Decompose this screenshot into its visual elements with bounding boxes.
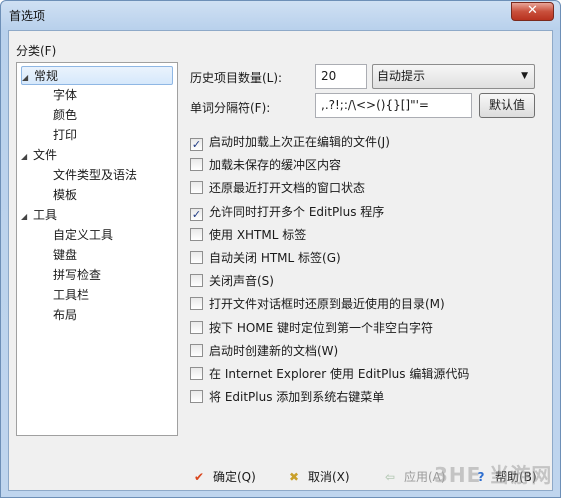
- tree-item-label: 颜色: [53, 108, 78, 122]
- unchecked-checkbox-icon[interactable]: [190, 251, 203, 264]
- checked-checkbox-icon[interactable]: ✓: [190, 207, 203, 221]
- option-checkbox-row[interactable]: 在 Internet Explorer 使用 EditPlus 编辑源代码: [190, 365, 469, 383]
- tree-item-label: 打印: [53, 128, 78, 142]
- unchecked-checkbox-icon[interactable]: [190, 367, 203, 380]
- option-label: 自动关闭 HTML 标签(G): [209, 251, 341, 265]
- option-label: 按下 HOME 键时定位到第一个非空白字符: [209, 320, 434, 335]
- option-checkbox-row[interactable]: 关闭声音(S): [190, 272, 274, 290]
- expand-arrow-icon[interactable]: ◢: [21, 207, 33, 226]
- history-mode-value: 自动提示: [377, 69, 426, 83]
- tree-item-label: 自定义工具: [53, 228, 114, 242]
- history-count-label: 历史项目数量(L):: [190, 71, 283, 85]
- option-checkbox-row[interactable]: 自动关闭 HTML 标签(G): [190, 249, 341, 267]
- word-separator-input[interactable]: ,.?!;:/\<>(){}[]"'=: [315, 93, 472, 118]
- tree-item-label: 常规: [34, 69, 59, 83]
- cross-icon: ✖: [288, 470, 300, 484]
- option-checkbox-row[interactable]: 还原最近打开文档的窗口状态: [190, 179, 365, 197]
- option-label: 允许同时打开多个 EditPlus 程序: [209, 204, 385, 219]
- option-label: 将 EditPlus 添加到系统右键菜单: [209, 390, 385, 405]
- unchecked-checkbox-icon[interactable]: [190, 158, 203, 172]
- preferences-window: 首选项 ✕ 分类(F) ◢ 常规 字体 颜色 打印 ◢ 文件 文件类型及语法 模板 ◢ 工具 自定义工…: [0, 0, 561, 498]
- tree-item[interactable]: ◢ 工具: [21, 206, 173, 225]
- tree-item[interactable]: 字体: [53, 86, 173, 105]
- default-value-button[interactable]: 默认值: [479, 93, 535, 118]
- tree-item[interactable]: 模板: [53, 186, 173, 205]
- unchecked-checkbox-icon[interactable]: [190, 181, 203, 195]
- title-bar[interactable]: 首选项 ✕: [1, 1, 560, 29]
- option-checkbox-row[interactable]: 将 EditPlus 添加到系统右键菜单: [190, 388, 384, 406]
- tree-item-label: 键盘: [53, 248, 78, 262]
- category-label: 分类(F): [16, 44, 57, 58]
- tree-item-label: 字体: [53, 88, 78, 102]
- category-tree[interactable]: ◢ 常规 字体 颜色 打印 ◢ 文件 文件类型及语法 模板 ◢ 工具 自定义工具 键盘 拼写检查 工具栏 布局: [16, 62, 178, 436]
- window-title: 首选项: [9, 9, 46, 23]
- unchecked-checkbox-icon[interactable]: [190, 227, 203, 241]
- unchecked-checkbox-icon[interactable]: [190, 320, 203, 334]
- unchecked-checkbox-icon[interactable]: [190, 343, 203, 357]
- option-label: 还原最近打开文档的窗口状态: [209, 181, 366, 196]
- cancel-button[interactable]: ✖ 取消(X): [284, 466, 350, 488]
- option-label: 加载未保存的缓冲区内容: [209, 158, 342, 173]
- close-button[interactable]: ✕: [511, 2, 554, 21]
- tree-item[interactable]: 工具栏: [53, 286, 173, 305]
- tree-item[interactable]: 文件类型及语法: [53, 166, 173, 185]
- ok-label: 确定(Q): [213, 470, 256, 484]
- unchecked-checkbox-icon[interactable]: [190, 297, 203, 311]
- option-checkbox-row[interactable]: 加载未保存的缓冲区内容: [190, 156, 341, 174]
- tree-item[interactable]: 自定义工具: [53, 226, 173, 245]
- back-arrow-icon: ⇦: [384, 470, 396, 484]
- history-mode-select[interactable]: 自动提示 ▼: [372, 64, 535, 89]
- option-checkbox-row[interactable]: 按下 HOME 键时定位到第一个非空白字符: [190, 319, 433, 337]
- tree-item[interactable]: 颜色: [53, 106, 173, 125]
- ok-button[interactable]: ✔ 确定(Q): [189, 466, 256, 488]
- chevron-down-icon: ▼: [521, 71, 528, 81]
- tree-item[interactable]: ◢ 文件: [21, 146, 173, 165]
- word-separator-label: 单词分隔符(F):: [190, 101, 271, 115]
- checkmark-icon: ✔: [193, 470, 205, 484]
- option-checkbox-row[interactable]: ✓ 允许同时打开多个 EditPlus 程序: [190, 203, 384, 221]
- option-label: 启动时加载上次正在编辑的文件(J): [209, 135, 390, 149]
- option-label: 启动时创建新的文档(W): [209, 343, 339, 358]
- expand-arrow-icon[interactable]: ◢: [22, 68, 34, 87]
- option-label: 使用 XHTML 标签: [209, 227, 307, 242]
- dialog-client-area: 分类(F) ◢ 常规 字体 颜色 打印 ◢ 文件 文件类型及语法 模板 ◢ 工具 自定义工具 键盘 拼写检…: [8, 30, 553, 491]
- tree-item[interactable]: 键盘: [53, 246, 173, 265]
- tree-item[interactable]: 拼写检查: [53, 266, 173, 285]
- option-label: 打开文件对话框时还原到最近使用的目录(M): [209, 297, 445, 312]
- tree-item-label: 工具: [33, 208, 58, 222]
- tree-item[interactable]: 打印: [53, 126, 173, 145]
- option-checkbox-row[interactable]: 使用 XHTML 标签: [190, 226, 306, 244]
- expand-arrow-icon[interactable]: ◢: [21, 147, 33, 166]
- tree-item-label: 拼写检查: [53, 268, 102, 282]
- tree-item-label: 文件: [33, 148, 58, 162]
- history-count-input[interactable]: 20: [315, 64, 367, 89]
- option-label: 关闭声音(S): [209, 274, 274, 289]
- option-checkbox-row[interactable]: 打开文件对话框时还原到最近使用的目录(M): [190, 295, 445, 313]
- unchecked-checkbox-icon[interactable]: [190, 390, 203, 404]
- tree-item-label: 模板: [53, 188, 78, 202]
- tree-item-label: 工具栏: [53, 288, 90, 302]
- tree-item[interactable]: ◢ 常规: [21, 66, 173, 85]
- checked-checkbox-icon[interactable]: ✓: [190, 138, 203, 151]
- option-checkbox-row[interactable]: ✓ 启动时加载上次正在编辑的文件(J): [190, 133, 390, 151]
- unchecked-checkbox-icon[interactable]: [190, 274, 203, 288]
- watermark: 3HE 当游网: [434, 463, 553, 487]
- tree-item-label: 布局: [53, 308, 78, 322]
- option-checkbox-row[interactable]: 启动时创建新的文档(W): [190, 342, 338, 360]
- tree-item-label: 文件类型及语法: [53, 168, 138, 182]
- cancel-label: 取消(X): [308, 470, 350, 484]
- tree-item[interactable]: 布局: [53, 306, 173, 325]
- option-label: 在 Internet Explorer 使用 EditPlus 编辑源代码: [209, 367, 470, 381]
